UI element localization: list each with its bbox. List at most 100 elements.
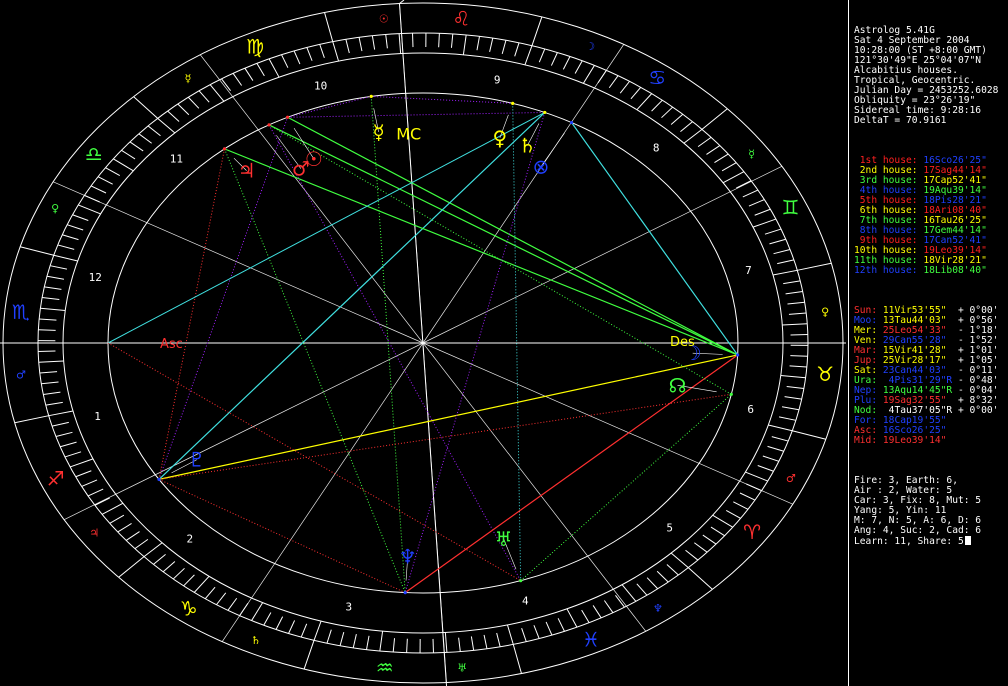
planets: ♂☉♃☿ ♀ ♄⊗☽☊♅♆♇ xyxy=(157,94,740,595)
sign-boundary xyxy=(118,556,145,578)
degree-tick xyxy=(385,34,388,49)
degree-tick xyxy=(646,577,659,590)
degree-tick xyxy=(90,185,107,194)
degree-tick xyxy=(204,586,216,599)
aquarius-icon: ♒ xyxy=(376,656,394,680)
degree-tick xyxy=(574,60,583,74)
degree-tick xyxy=(748,199,765,207)
degree-tick xyxy=(566,608,578,628)
house-number: 8 xyxy=(653,142,660,155)
aspect-line xyxy=(571,122,739,356)
venus-icon: ♀ xyxy=(493,126,508,150)
aspect-line xyxy=(268,124,738,356)
house-cusp-line xyxy=(422,342,793,505)
aspect-line xyxy=(512,103,522,581)
house-number: 12 xyxy=(89,271,102,284)
capricorn-icon: ♑ xyxy=(180,597,198,621)
aspect-line xyxy=(287,111,545,118)
house-cusp-line xyxy=(422,166,783,344)
degree-tick xyxy=(784,396,802,400)
house-cusp-line xyxy=(199,54,424,344)
degree-tick xyxy=(43,391,61,395)
degree-tick xyxy=(193,575,210,593)
degree-tick xyxy=(762,455,780,462)
mars-dot xyxy=(267,123,271,127)
degree-tick xyxy=(783,280,801,285)
degree-tick xyxy=(121,149,136,160)
degree-tick xyxy=(772,269,798,276)
degree-tick xyxy=(670,113,684,125)
aspect-line xyxy=(287,95,372,118)
house-cusps xyxy=(0,0,846,686)
degree-tick xyxy=(42,297,60,301)
degree-tick xyxy=(581,609,590,623)
jupiter-icon: ♃ xyxy=(89,527,99,540)
degree-tick xyxy=(557,618,565,632)
degree-tick xyxy=(263,612,272,626)
scorpio-icon: ♏ xyxy=(12,300,30,324)
degree-tick xyxy=(379,630,384,652)
degree-tick xyxy=(636,93,653,111)
degree-tick xyxy=(670,552,689,569)
house-cusp-list: 1st house: 16Sco26'25" 2nd house: 17Sag4… xyxy=(854,156,1008,276)
sun-icon: ☉ xyxy=(379,13,389,26)
aspect-line xyxy=(158,148,225,480)
house-number: 2 xyxy=(186,532,193,545)
degree-tick xyxy=(50,265,68,270)
degree-tick xyxy=(227,597,238,611)
degree-tick xyxy=(46,275,65,280)
node-icon: ☊ xyxy=(669,373,687,397)
degree-tick xyxy=(489,38,494,52)
degree-tick xyxy=(300,623,308,638)
degree-tick xyxy=(697,136,712,148)
degree-tick xyxy=(496,632,501,647)
header-line: DeltaT = 70.9161 xyxy=(854,116,1008,126)
degree-tick xyxy=(514,42,520,57)
degree-tick xyxy=(521,628,527,642)
degree-tick xyxy=(216,592,227,605)
aries-icon: ♈ xyxy=(743,520,761,544)
degree-tick xyxy=(661,106,674,119)
mercury-dot xyxy=(369,94,373,98)
degree-tick xyxy=(162,561,176,573)
house-number: 7 xyxy=(745,264,752,277)
sign-boundary xyxy=(531,16,543,46)
degree-tick xyxy=(790,355,808,357)
degree-tick xyxy=(636,583,648,596)
degree-tick xyxy=(545,621,553,636)
degree-tick xyxy=(209,84,225,102)
aspect-line xyxy=(158,111,546,480)
degree-tick xyxy=(656,570,669,583)
degree-tick xyxy=(524,45,533,66)
sign-boundary xyxy=(701,108,728,130)
degree-tick xyxy=(710,526,725,537)
degree-tick xyxy=(232,73,243,86)
sign-boundary xyxy=(133,96,159,119)
degree-tick xyxy=(44,286,62,290)
degree-tick xyxy=(256,63,265,77)
pluto-icon: ♇ xyxy=(188,448,206,472)
degree-tick xyxy=(406,638,408,653)
degree-tick xyxy=(651,99,663,112)
stat-line: Ang: 4, Suc: 2, Cad: 6 xyxy=(854,526,1008,536)
neptune-dot xyxy=(403,591,407,595)
fortune-icon: ⊗ xyxy=(533,155,550,179)
degree-tick xyxy=(786,385,804,389)
stat-text: Learn: 11, Share: 5 xyxy=(854,536,964,547)
degree-tick xyxy=(683,128,703,144)
degree-tick xyxy=(339,631,345,646)
house-number: 6 xyxy=(747,403,754,416)
degree-tick xyxy=(773,248,791,255)
jupiter-icon: ♃ xyxy=(238,159,256,183)
degree-tick xyxy=(48,410,74,417)
degree-tick xyxy=(438,33,440,48)
house-number: 9 xyxy=(494,74,501,87)
degree-tick xyxy=(582,65,595,84)
degree-tick xyxy=(722,171,745,184)
degree-tick xyxy=(78,204,101,215)
degree-tick xyxy=(53,254,78,262)
degree-tick xyxy=(177,103,190,116)
degree-tick xyxy=(69,458,94,468)
sun-icon: ☉ xyxy=(305,147,323,171)
degree-tick xyxy=(332,41,340,62)
